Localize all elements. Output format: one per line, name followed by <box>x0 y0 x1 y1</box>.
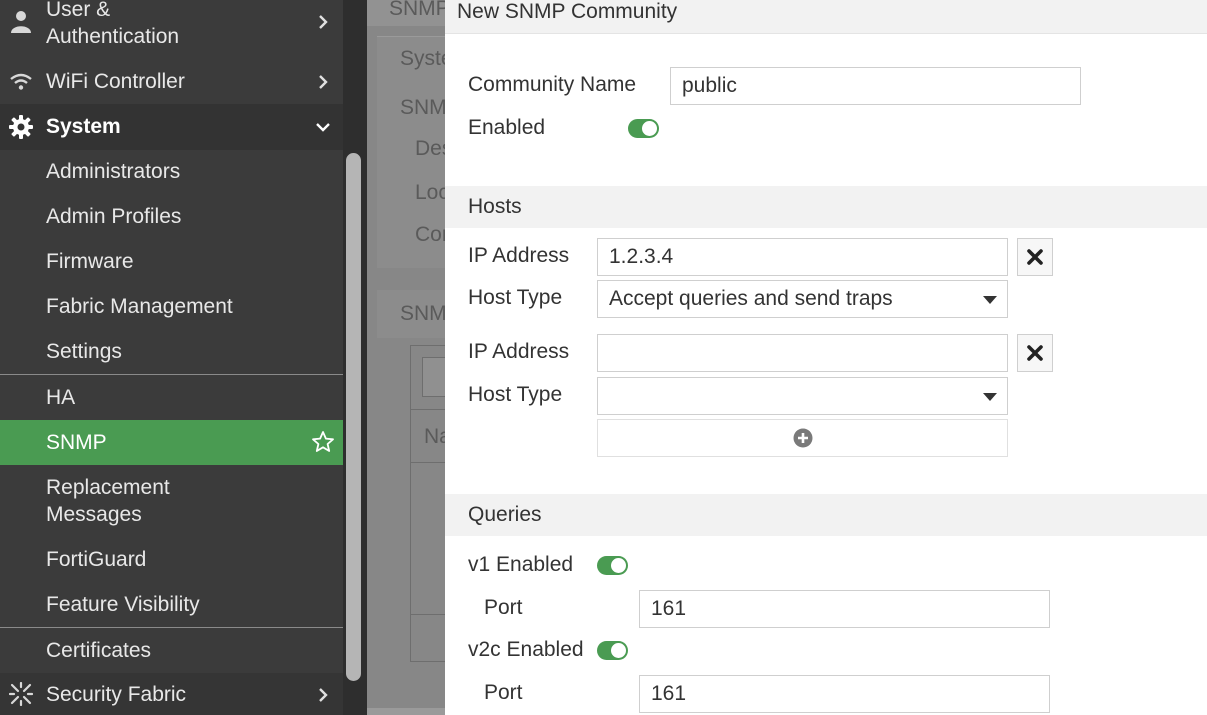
close-icon <box>1027 249 1043 265</box>
remove-host-button[interactable] <box>1017 238 1053 276</box>
gear-icon <box>8 114 34 140</box>
sidebar-item-administrators[interactable]: Administrators <box>0 150 343 195</box>
sidebar-item-system[interactable]: System <box>0 104 343 150</box>
v1-port-input[interactable]: 161 <box>639 590 1050 628</box>
background-table-line <box>410 409 445 410</box>
snmp-community-dialog: New SNMP Community Community Name public… <box>445 0 1207 715</box>
host-type-value: Accept queries and send traps <box>609 287 893 310</box>
sidebar-item-replacement-messages[interactable]: Replacement Messages <box>0 465 343 537</box>
sidebar-item-label: Feature Visibility <box>46 593 200 616</box>
background-snmp-agent: SNMP Agent <box>400 96 445 119</box>
background-snmp-v1v2: SNMP v1/v2c <box>400 302 445 325</box>
background-name-column: Name <box>424 425 445 448</box>
background-table-line <box>410 462 445 463</box>
background-page-title: SNMP <box>389 0 445 20</box>
sidebar-item-feature-visibility[interactable]: Feature Visibility <box>0 582 343 627</box>
sidebar-item-label: User & <box>46 0 111 21</box>
v2c-port-input[interactable]: 161 <box>639 675 1050 713</box>
community-name-label: Community Name <box>468 73 637 96</box>
sidebar-item-ha[interactable]: HA <box>0 375 343 420</box>
background-location: Location <box>415 181 445 204</box>
background-system-info: System Information <box>400 47 445 70</box>
sidebar-item-label: FortiGuard <box>46 548 147 571</box>
remove-host-button[interactable] <box>1017 334 1053 372</box>
sidebar-item-label: Firmware <box>46 250 134 273</box>
host-ip-input[interactable] <box>597 334 1008 372</box>
sidebar-item-label: HA <box>46 386 76 409</box>
host-ip-label: IP Address <box>468 244 570 267</box>
v1-enabled-toggle[interactable] <box>597 556 628 575</box>
host-ip-label: IP Address <box>468 340 570 363</box>
sidebar-item-fabric-management[interactable]: Fabric Management <box>0 285 343 330</box>
background-contact: Contact Info <box>415 223 445 246</box>
v2c-enabled-toggle[interactable] <box>597 641 628 660</box>
hosts-section-title: Hosts <box>468 195 522 218</box>
sidebar-item-label: Security Fabric <box>46 683 187 706</box>
host-type-select[interactable] <box>597 377 1008 415</box>
sidebar-item-label: WiFi Controller <box>46 70 185 93</box>
sidebar: User & Authentication WiFi Controller Sy… <box>0 0 343 715</box>
wifi-icon <box>8 69 34 95</box>
sidebar-item-label: Settings <box>46 340 122 363</box>
chevron-down-icon <box>316 123 330 132</box>
sidebar-item-label: Certificates <box>46 639 152 662</box>
v2c-enabled-label: v2c Enabled <box>468 638 584 661</box>
caret-down-icon <box>983 296 997 304</box>
host-type-select[interactable]: Accept queries and send traps <box>597 280 1008 318</box>
star-icon[interactable] <box>311 430 335 454</box>
v2c-port-label: Port <box>484 681 523 704</box>
sidebar-item-admin-profiles[interactable]: Admin Profiles <box>0 195 343 240</box>
v1-enabled-label: v1 Enabled <box>468 553 574 576</box>
toggle-knob <box>611 558 626 573</box>
sidebar-scrollbar-thumb[interactable] <box>346 153 361 681</box>
add-host-button[interactable] <box>597 419 1008 457</box>
queries-section-title: Queries <box>468 503 542 526</box>
community-name-input[interactable]: public <box>670 67 1081 105</box>
sidebar-item-label: SNMP <box>46 431 107 454</box>
sidebar-item-fortiguard[interactable]: FortiGuard <box>0 537 343 582</box>
sidebar-item-security-fabric[interactable]: Security Fabric <box>0 673 343 715</box>
security-fabric-icon <box>8 681 34 707</box>
chevron-right-icon <box>319 15 328 29</box>
plus-circle-icon <box>793 428 812 448</box>
dialog-title: New SNMP Community <box>457 0 678 23</box>
sidebar-item-label: Replacement <box>46 476 170 499</box>
sidebar-item-wifi-controller[interactable]: WiFi Controller <box>0 62 343 102</box>
sidebar-item-label: Admin Profiles <box>46 205 182 228</box>
caret-down-icon <box>983 393 997 401</box>
sidebar-item-settings[interactable]: Settings <box>0 330 343 374</box>
background-bottom-bar <box>367 708 445 715</box>
sidebar-item-label: Fabric Management <box>46 295 233 318</box>
v1-port-label: Port <box>484 596 523 619</box>
chevron-right-icon <box>319 688 328 702</box>
host-ip-input[interactable]: 1.2.3.4 <box>597 238 1008 276</box>
sidebar-item-firmware[interactable]: Firmware <box>0 240 343 285</box>
sidebar-item-snmp[interactable]: SNMP <box>0 420 343 465</box>
host-type-label: Host Type <box>468 286 563 309</box>
chevron-right-icon <box>319 75 328 89</box>
sidebar-item-certificates[interactable]: Certificates <box>0 628 343 673</box>
user-icon <box>8 8 34 34</box>
toggle-knob <box>611 643 626 658</box>
background-create-button <box>422 357 445 397</box>
sidebar-item-label: Administrators <box>46 160 181 183</box>
dialog-header: New SNMP Community <box>445 0 1207 34</box>
close-icon <box>1027 345 1043 361</box>
hosts-section-header: Hosts <box>445 186 1207 228</box>
toggle-knob <box>642 121 657 136</box>
background-table-line <box>410 614 445 615</box>
sidebar-item-label: Authentication <box>46 25 180 48</box>
background-description: Description <box>415 137 445 160</box>
queries-section-header: Queries <box>445 494 1207 536</box>
host-type-label: Host Type <box>468 383 563 406</box>
sidebar-item-label: System <box>46 115 121 138</box>
enabled-label: Enabled <box>468 116 546 139</box>
background-page: SNMP System Information SNMP Agent Descr… <box>367 0 445 715</box>
enabled-toggle[interactable] <box>628 119 659 138</box>
sidebar-item-user-authentication[interactable]: User & Authentication <box>0 0 343 58</box>
sidebar-item-label: Messages <box>46 503 142 526</box>
